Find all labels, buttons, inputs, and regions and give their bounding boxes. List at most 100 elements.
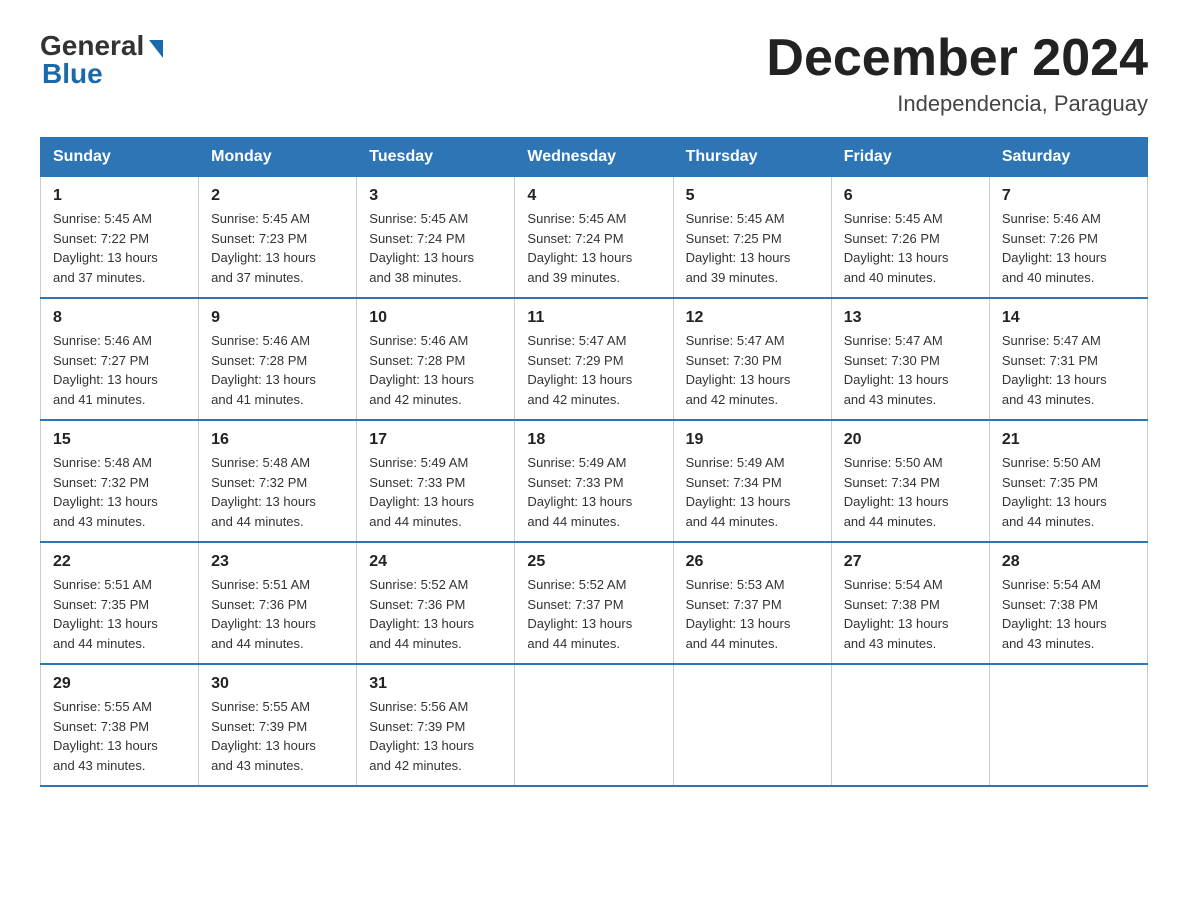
- day-info: Sunrise: 5:46 AM Sunset: 7:28 PM Dayligh…: [369, 331, 502, 409]
- calendar-day-cell: 27 Sunrise: 5:54 AM Sunset: 7:38 PM Dayli…: [831, 542, 989, 664]
- day-info: Sunrise: 5:51 AM Sunset: 7:36 PM Dayligh…: [211, 575, 344, 653]
- header-tuesday: Tuesday: [357, 138, 515, 177]
- calendar-day-cell: 30 Sunrise: 5:55 AM Sunset: 7:39 PM Dayli…: [199, 664, 357, 786]
- calendar-day-cell: 2Sunrise: 5:45 AM Sunset: 7:23 PM Daylig…: [199, 177, 357, 299]
- day-info: Sunrise: 5:46 AM Sunset: 7:27 PM Dayligh…: [53, 331, 186, 409]
- calendar-day-cell: 20Sunrise: 5:50 AM Sunset: 7:34 PM Dayli…: [831, 420, 989, 542]
- calendar-day-cell: 12Sunrise: 5:47 AM Sunset: 7:30 PM Dayli…: [673, 298, 831, 420]
- calendar-day-cell: [831, 664, 989, 786]
- day-info: Sunrise: 5:45 AM Sunset: 7:25 PM Dayligh…: [686, 209, 819, 287]
- day-info: Sunrise: 5:45 AM Sunset: 7:24 PM Dayligh…: [527, 209, 660, 287]
- day-info: Sunrise: 5:48 AM Sunset: 7:32 PM Dayligh…: [53, 453, 186, 531]
- calendar-day-cell: 14Sunrise: 5:47 AM Sunset: 7:31 PM Dayli…: [989, 298, 1147, 420]
- calendar-day-cell: 19 Sunrise: 5:49 AM Sunset: 7:34 PM Dayli…: [673, 420, 831, 542]
- calendar-day-cell: 28 Sunrise: 5:54 AM Sunset: 7:38 PM Dayli…: [989, 542, 1147, 664]
- calendar-day-cell: 24 Sunrise: 5:52 AM Sunset: 7:36 PM Dayli…: [357, 542, 515, 664]
- day-info: Sunrise: 5:45 AM Sunset: 7:23 PM Dayligh…: [211, 209, 344, 287]
- day-info: Sunrise: 5:56 AM Sunset: 7:39 PM Dayligh…: [369, 697, 502, 775]
- calendar-day-cell: 10Sunrise: 5:46 AM Sunset: 7:28 PM Dayli…: [357, 298, 515, 420]
- calendar-day-cell: 31Sunrise: 5:56 AM Sunset: 7:39 PM Dayli…: [357, 664, 515, 786]
- calendar-day-cell: 5 Sunrise: 5:45 AM Sunset: 7:25 PM Daylig…: [673, 177, 831, 299]
- day-info: Sunrise: 5:47 AM Sunset: 7:29 PM Dayligh…: [527, 331, 660, 409]
- page-header: General Blue December 2024 Independencia…: [40, 30, 1148, 117]
- day-number: 24: [369, 553, 502, 571]
- calendar-day-cell: 17 Sunrise: 5:49 AM Sunset: 7:33 PM Dayli…: [357, 420, 515, 542]
- day-info: Sunrise: 5:51 AM Sunset: 7:35 PM Dayligh…: [53, 575, 186, 653]
- calendar-day-cell: 11Sunrise: 5:47 AM Sunset: 7:29 PM Dayli…: [515, 298, 673, 420]
- day-number: 23: [211, 553, 344, 571]
- header-sunday: Sunday: [41, 138, 199, 177]
- calendar-day-cell: [515, 664, 673, 786]
- calendar-day-cell: 26 Sunrise: 5:53 AM Sunset: 7:37 PM Dayli…: [673, 542, 831, 664]
- day-number: 8: [53, 309, 186, 327]
- day-number: 17: [369, 431, 502, 449]
- header-thursday: Thursday: [673, 138, 831, 177]
- day-info: Sunrise: 5:48 AM Sunset: 7:32 PM Dayligh…: [211, 453, 344, 531]
- day-number: 13: [844, 309, 977, 327]
- logo: General Blue: [40, 30, 163, 90]
- header-saturday: Saturday: [989, 138, 1147, 177]
- day-number: 9: [211, 309, 344, 327]
- day-info: Sunrise: 5:45 AM Sunset: 7:22 PM Dayligh…: [53, 209, 186, 287]
- calendar-day-cell: 4 Sunrise: 5:45 AM Sunset: 7:24 PM Daylig…: [515, 177, 673, 299]
- day-info: Sunrise: 5:54 AM Sunset: 7:38 PM Dayligh…: [1002, 575, 1135, 653]
- header-row: Sunday Monday Tuesday Wednesday Thursday…: [41, 138, 1148, 177]
- calendar-week-row: 1 Sunrise: 5:45 AM Sunset: 7:22 PM Daylig…: [41, 177, 1148, 299]
- day-number: 26: [686, 553, 819, 571]
- day-number: 7: [1002, 187, 1135, 205]
- day-number: 18: [527, 431, 660, 449]
- day-info: Sunrise: 5:47 AM Sunset: 7:30 PM Dayligh…: [844, 331, 977, 409]
- logo-blue-text: Blue: [42, 58, 103, 89]
- day-info: Sunrise: 5:55 AM Sunset: 7:38 PM Dayligh…: [53, 697, 186, 775]
- calendar-day-cell: 23 Sunrise: 5:51 AM Sunset: 7:36 PM Dayli…: [199, 542, 357, 664]
- day-number: 19: [686, 431, 819, 449]
- day-info: Sunrise: 5:50 AM Sunset: 7:35 PM Dayligh…: [1002, 453, 1135, 531]
- calendar-day-cell: 22 Sunrise: 5:51 AM Sunset: 7:35 PM Dayli…: [41, 542, 199, 664]
- day-number: 12: [686, 309, 819, 327]
- day-info: Sunrise: 5:45 AM Sunset: 7:26 PM Dayligh…: [844, 209, 977, 287]
- day-number: 22: [53, 553, 186, 571]
- calendar-day-cell: 6 Sunrise: 5:45 AM Sunset: 7:26 PM Daylig…: [831, 177, 989, 299]
- day-number: 15: [53, 431, 186, 449]
- day-number: 29: [53, 675, 186, 693]
- calendar-day-cell: 15 Sunrise: 5:48 AM Sunset: 7:32 PM Dayli…: [41, 420, 199, 542]
- header-wednesday: Wednesday: [515, 138, 673, 177]
- day-info: Sunrise: 5:45 AM Sunset: 7:24 PM Dayligh…: [369, 209, 502, 287]
- day-info: Sunrise: 5:54 AM Sunset: 7:38 PM Dayligh…: [844, 575, 977, 653]
- day-info: Sunrise: 5:55 AM Sunset: 7:39 PM Dayligh…: [211, 697, 344, 775]
- calendar-day-cell: [673, 664, 831, 786]
- calendar-day-cell: 8 Sunrise: 5:46 AM Sunset: 7:27 PM Daylig…: [41, 298, 199, 420]
- day-number: 16: [211, 431, 344, 449]
- day-number: 6: [844, 187, 977, 205]
- day-number: 28: [1002, 553, 1135, 571]
- day-number: 4: [527, 187, 660, 205]
- day-number: 21: [1002, 431, 1135, 449]
- calendar-table: Sunday Monday Tuesday Wednesday Thursday…: [40, 137, 1148, 787]
- calendar-title: December 2024: [766, 30, 1148, 87]
- day-info: Sunrise: 5:53 AM Sunset: 7:37 PM Dayligh…: [686, 575, 819, 653]
- calendar-day-cell: 1 Sunrise: 5:45 AM Sunset: 7:22 PM Daylig…: [41, 177, 199, 299]
- calendar-day-cell: 7Sunrise: 5:46 AM Sunset: 7:26 PM Daylig…: [989, 177, 1147, 299]
- day-info: Sunrise: 5:49 AM Sunset: 7:33 PM Dayligh…: [369, 453, 502, 531]
- logo-triangle: [149, 40, 163, 58]
- day-number: 20: [844, 431, 977, 449]
- calendar-week-row: 15 Sunrise: 5:48 AM Sunset: 7:32 PM Dayli…: [41, 420, 1148, 542]
- day-info: Sunrise: 5:49 AM Sunset: 7:34 PM Dayligh…: [686, 453, 819, 531]
- calendar-header: Sunday Monday Tuesday Wednesday Thursday…: [41, 138, 1148, 177]
- calendar-day-cell: 21 Sunrise: 5:50 AM Sunset: 7:35 PM Dayli…: [989, 420, 1147, 542]
- calendar-week-row: 22 Sunrise: 5:51 AM Sunset: 7:35 PM Dayli…: [41, 542, 1148, 664]
- day-number: 25: [527, 553, 660, 571]
- calendar-body: 1 Sunrise: 5:45 AM Sunset: 7:22 PM Daylig…: [41, 177, 1148, 787]
- day-number: 1: [53, 187, 186, 205]
- day-number: 27: [844, 553, 977, 571]
- calendar-week-row: 8 Sunrise: 5:46 AM Sunset: 7:27 PM Daylig…: [41, 298, 1148, 420]
- calendar-day-cell: 16 Sunrise: 5:48 AM Sunset: 7:32 PM Dayli…: [199, 420, 357, 542]
- day-number: 3: [369, 187, 502, 205]
- day-info: Sunrise: 5:52 AM Sunset: 7:36 PM Dayligh…: [369, 575, 502, 653]
- calendar-day-cell: 3 Sunrise: 5:45 AM Sunset: 7:24 PM Daylig…: [357, 177, 515, 299]
- day-number: 30: [211, 675, 344, 693]
- calendar-week-row: 29 Sunrise: 5:55 AM Sunset: 7:38 PM Dayli…: [41, 664, 1148, 786]
- day-number: 5: [686, 187, 819, 205]
- logo-content: General Blue: [40, 30, 163, 90]
- calendar-day-cell: 13 Sunrise: 5:47 AM Sunset: 7:30 PM Dayli…: [831, 298, 989, 420]
